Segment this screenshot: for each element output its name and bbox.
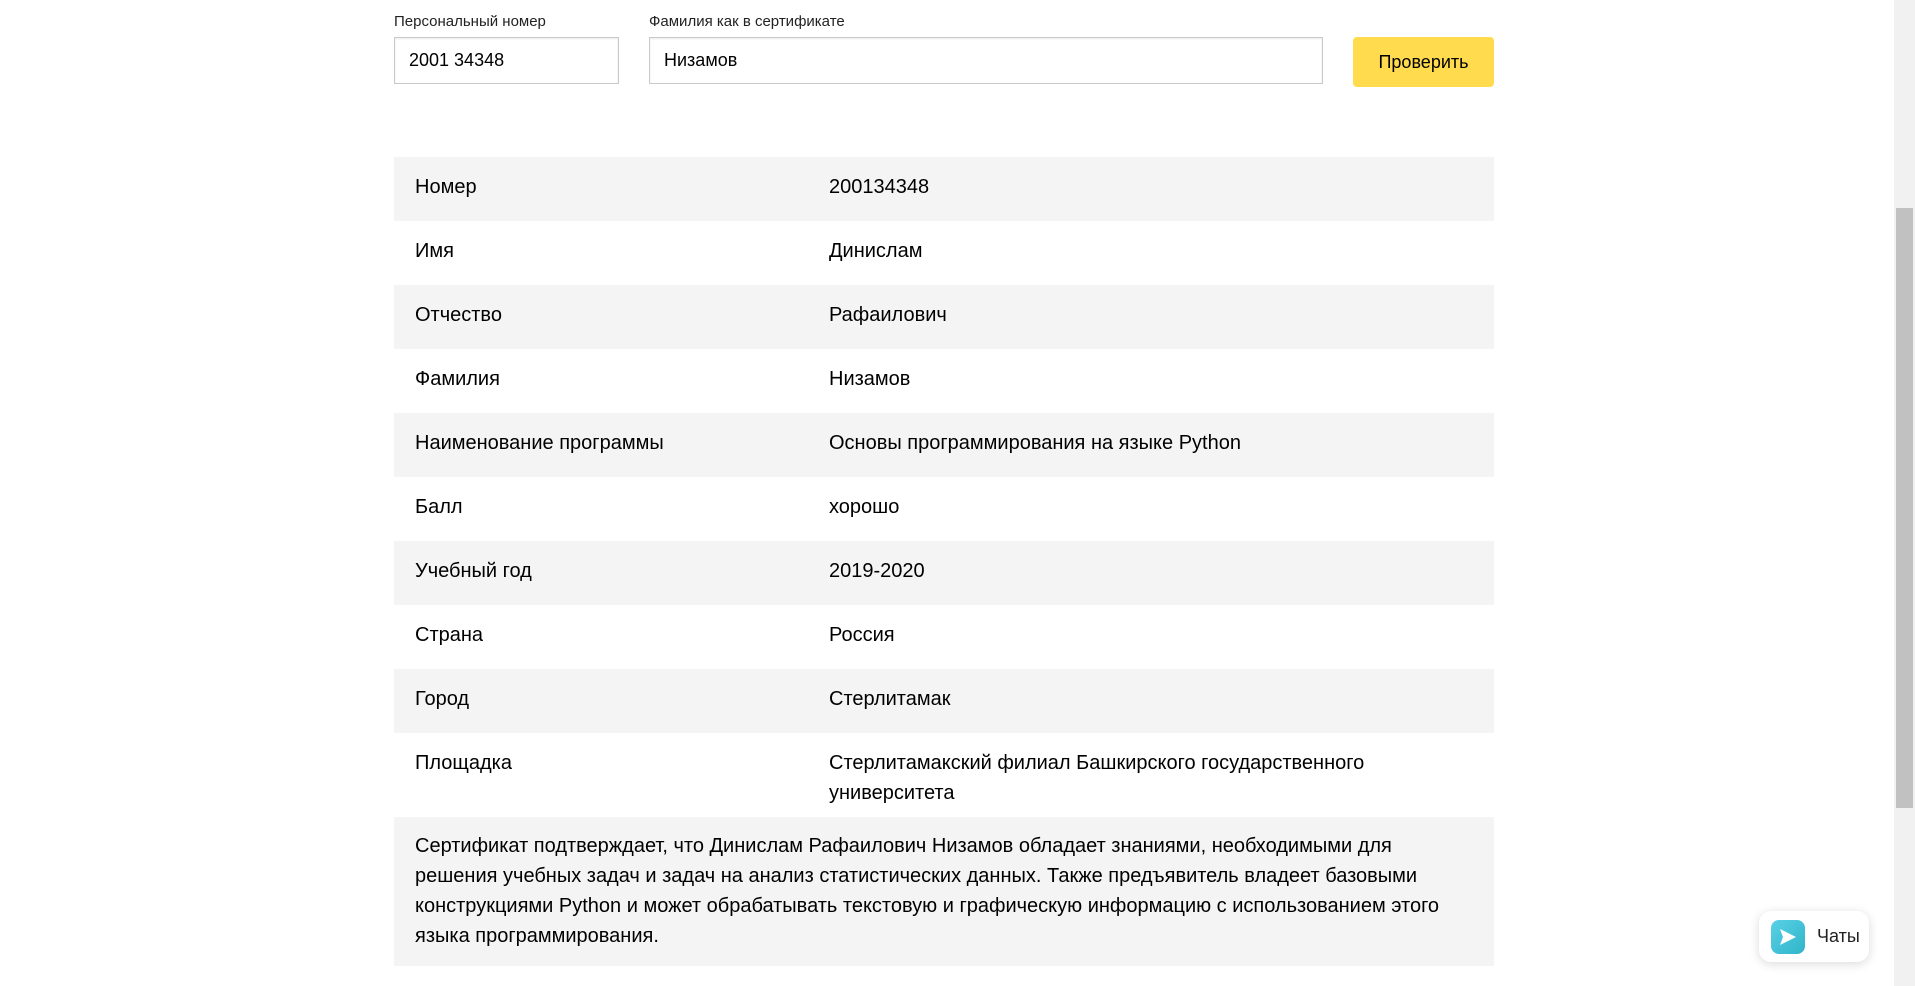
row-key: Учебный год: [415, 560, 532, 582]
table-row-number: Номер 200134348: [394, 157, 1494, 221]
row-key: Страна: [415, 624, 484, 646]
row-value: Основы программирования на языке Python: [829, 432, 1241, 454]
page-scrollbar[interactable]: [1894, 0, 1915, 986]
row-value: Стерлитамакский филиал Башкирского госуд…: [829, 752, 1365, 804]
surname-label: Фамилия как в сертификате: [649, 13, 845, 30]
row-value: Низамов: [829, 368, 911, 390]
row-key: Площадка: [415, 752, 512, 774]
table-row-venue: Площадка Стерлитамакский филиал Башкирск…: [394, 733, 1494, 827]
row-key: Отчество: [415, 304, 502, 326]
row-value: 200134348: [829, 176, 930, 198]
table-row-city: Город Стерлитамак: [394, 669, 1494, 733]
scrollbar-thumb[interactable]: [1896, 208, 1913, 808]
certificate-statement: Сертификат подтверждает, что Динислам Ра…: [394, 817, 1494, 966]
personal-number-input[interactable]: [394, 37, 619, 84]
row-value: Стерлитамак: [829, 688, 951, 710]
certificate-check-page: Персональный номер Фамилия как в сертифи…: [0, 0, 1915, 986]
chats-label: Чаты: [1817, 926, 1860, 946]
chat-send-icon: [1771, 919, 1805, 954]
row-key: Номер: [415, 176, 477, 198]
table-row-first-name: Имя Динислам: [394, 221, 1494, 285]
row-value: Рафаилович: [829, 304, 947, 326]
row-key: Город: [415, 688, 470, 710]
row-value: Динислам: [829, 240, 923, 262]
table-row-patronymic: Отчество Рафаилович: [394, 285, 1494, 349]
table-row-score: Балл хорошо: [394, 477, 1494, 541]
row-value: Россия: [829, 624, 895, 646]
certificate-details-table: Номер 200134348 Имя Динислам Отчество Ра…: [394, 157, 1494, 827]
personal-number-label: Персональный номер: [394, 13, 546, 30]
table-row-academic-year: Учебный год 2019-2020: [394, 541, 1494, 605]
chats-button[interactable]: Чаты: [1759, 911, 1869, 962]
table-row-surname: Фамилия Низамов: [394, 349, 1494, 413]
certificate-check-form: Персональный номер Фамилия как в сертифи…: [394, 0, 1494, 100]
row-value: 2019-2020: [829, 560, 925, 582]
table-row-program: Наименование программы Основы программир…: [394, 413, 1494, 477]
row-key: Наименование программы: [415, 432, 664, 454]
table-row-country: Страна Россия: [394, 605, 1494, 669]
row-key: Балл: [415, 496, 463, 518]
check-button[interactable]: Проверить: [1353, 37, 1494, 87]
row-key: Имя: [415, 240, 454, 262]
row-value: хорошо: [829, 496, 900, 518]
row-key: Фамилия: [415, 368, 500, 390]
surname-input[interactable]: [649, 37, 1323, 84]
